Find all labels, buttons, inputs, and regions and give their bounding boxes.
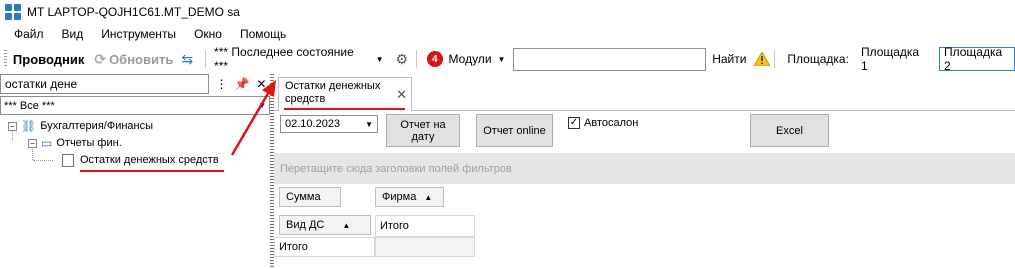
report-parameters: 02.10.2023 ▼ Отчет на дату Отчет online … <box>274 111 1015 153</box>
row-total-header: Итого <box>274 237 375 257</box>
field-label: Фирма <box>382 191 417 203</box>
excel-button[interactable]: Excel <box>750 114 829 147</box>
data-field-sum[interactable]: Сумма <box>279 187 341 207</box>
sort-ascending-icon[interactable]: ▲ <box>342 221 350 230</box>
row-field-cash-type[interactable]: Вид ДС ▲ <box>279 215 371 235</box>
sort-ascending-icon[interactable]: ▲ <box>424 193 432 202</box>
report-on-date-button[interactable]: Отчет на дату <box>386 114 460 147</box>
chevron-down-icon: ▼ <box>365 119 373 129</box>
date-picker[interactable]: 02.10.2023 ▼ <box>280 115 378 133</box>
field-label: Вид ДС <box>286 219 325 231</box>
date-value: 02.10.2023 <box>285 118 341 130</box>
filter-drop-area[interactable]: Перетащите сюда заголовки полей фильтров <box>274 153 1015 184</box>
grand-total-cell <box>375 237 475 257</box>
checkbox-checked-icon[interactable]: ✓ <box>568 117 580 129</box>
checkbox-label: Автосалон <box>584 117 639 129</box>
column-field-company[interactable]: Фирма ▲ <box>375 187 444 207</box>
report-online-button[interactable]: Отчет online <box>476 114 553 147</box>
autosalon-checkbox[interactable]: ✓ Автосалон <box>568 117 638 129</box>
column-total-header: Итого <box>375 215 475 237</box>
pivot-grid: Перетащите сюда заголовки полей фильтров… <box>274 153 1015 269</box>
